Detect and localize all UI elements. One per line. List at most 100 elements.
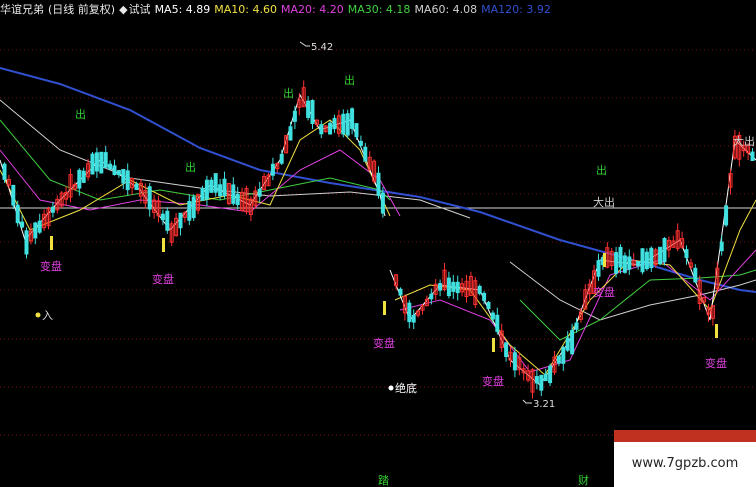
candle-body [165,210,170,231]
candle-body [640,248,645,273]
signal-bar [50,236,53,250]
candle-body [596,260,601,277]
candle-body [125,170,130,191]
candle-body [662,238,667,263]
peak-price-label: 5.42 [311,42,333,53]
candle-body [548,365,553,384]
candle-body [543,373,548,382]
candles [2,80,755,399]
candle-body [292,110,297,122]
candle-body [191,196,196,219]
candle-body [455,281,460,294]
candle-body [363,146,368,162]
indicator-header: 华谊兄弟 (日线 前复权) ◆试试 MA5: 4.89 MA10: 4.60 MA20: … [0,0,555,20]
signal-bar [603,253,606,267]
candle-body [160,213,165,221]
bianpan-label: 变盘 [40,259,62,273]
candle-body [33,222,38,239]
bianpan-label: 变盘 [482,374,504,388]
ma60-value: MA60: 4.08 [414,3,478,16]
candle-body [658,246,663,265]
candle-body [90,153,95,175]
candle-body [279,153,284,164]
price-gridlines [0,49,756,436]
candle-body [103,152,108,168]
candle-body [561,347,566,364]
candlestick-chart[interactable]: 变盘变盘变盘变盘变盘变盘出出出出出大出大出 5.42 3.21 入 绝底 踏 财 [0,0,756,487]
candle-body [636,261,641,267]
ru-label: 入 [42,309,53,322]
ru-marker: 入 [35,309,53,322]
candle-body [204,179,209,200]
candle-body [257,188,262,197]
ma30-value: MA30: 4.18 [347,3,411,16]
candle-body [407,302,412,323]
chu-label: 出 [596,163,607,177]
bianpan-label: 变盘 [373,336,395,350]
candle-body [187,200,192,221]
candle-body [504,342,509,358]
candle-body [288,126,293,141]
candle-body [20,221,25,228]
candle-body [209,179,214,193]
candle-body [354,123,359,138]
juedi-label: 绝底 [395,381,417,395]
signal-bar [715,324,718,338]
chu-label: 出 [185,160,196,174]
candle-body [222,178,227,197]
candle-body [270,163,275,176]
bottom-label-ta: 踏 [378,473,389,487]
candle-body [134,183,139,191]
candle-body [429,293,434,300]
candle-body [482,292,487,301]
candle-body [2,163,7,180]
candle-body [116,170,121,176]
candle-body [411,314,416,323]
chu-label: 出 [283,86,294,100]
candle-body [328,122,333,135]
dachu-label: 大出 [593,195,615,209]
bianpan-label: 变盘 [152,272,174,286]
candle-body [50,206,55,213]
candle-body [121,168,126,184]
candle-body [495,314,500,332]
candle-body [486,301,491,310]
candle-body [649,247,654,269]
candle-body [451,281,456,292]
candle-body [618,246,623,268]
bottom-label-cai: 财 [578,473,589,487]
signal-bar [492,338,495,352]
candle-body [719,241,724,252]
ma5-value: MA5: 4.89 [154,3,211,16]
stock-name: 华谊兄弟 [0,3,44,16]
candle-body [376,172,381,196]
candle-body [15,204,20,224]
candle-body [570,329,575,355]
chu-label: 出 [75,107,86,121]
ma10-value: MA10: 4.60 [214,3,277,16]
candle-body [512,352,517,371]
candle-body [306,100,311,118]
candle-body [345,113,350,136]
candle-body [319,124,324,135]
candle-body [539,374,544,391]
dachu-label: 大出 [733,134,755,148]
candle-body [398,288,403,296]
candle-body [380,192,385,214]
candle-body [77,169,82,189]
candle-body [614,252,619,274]
candle-body [213,173,218,193]
candle-body [99,151,104,174]
low-annotation: 3.21 [522,399,555,410]
indicator-name[interactable]: 试试 [129,3,151,16]
candle-body [644,251,649,270]
candle-body [534,376,539,384]
candle-body [24,230,29,255]
candle-body [556,356,561,364]
signal-bar [162,238,165,252]
chu-label: 出 [344,73,355,87]
candle-body [94,152,99,172]
ma20-value: MA20: 4.20 [281,3,344,16]
candle-body [350,108,355,129]
candle-body [574,322,579,330]
